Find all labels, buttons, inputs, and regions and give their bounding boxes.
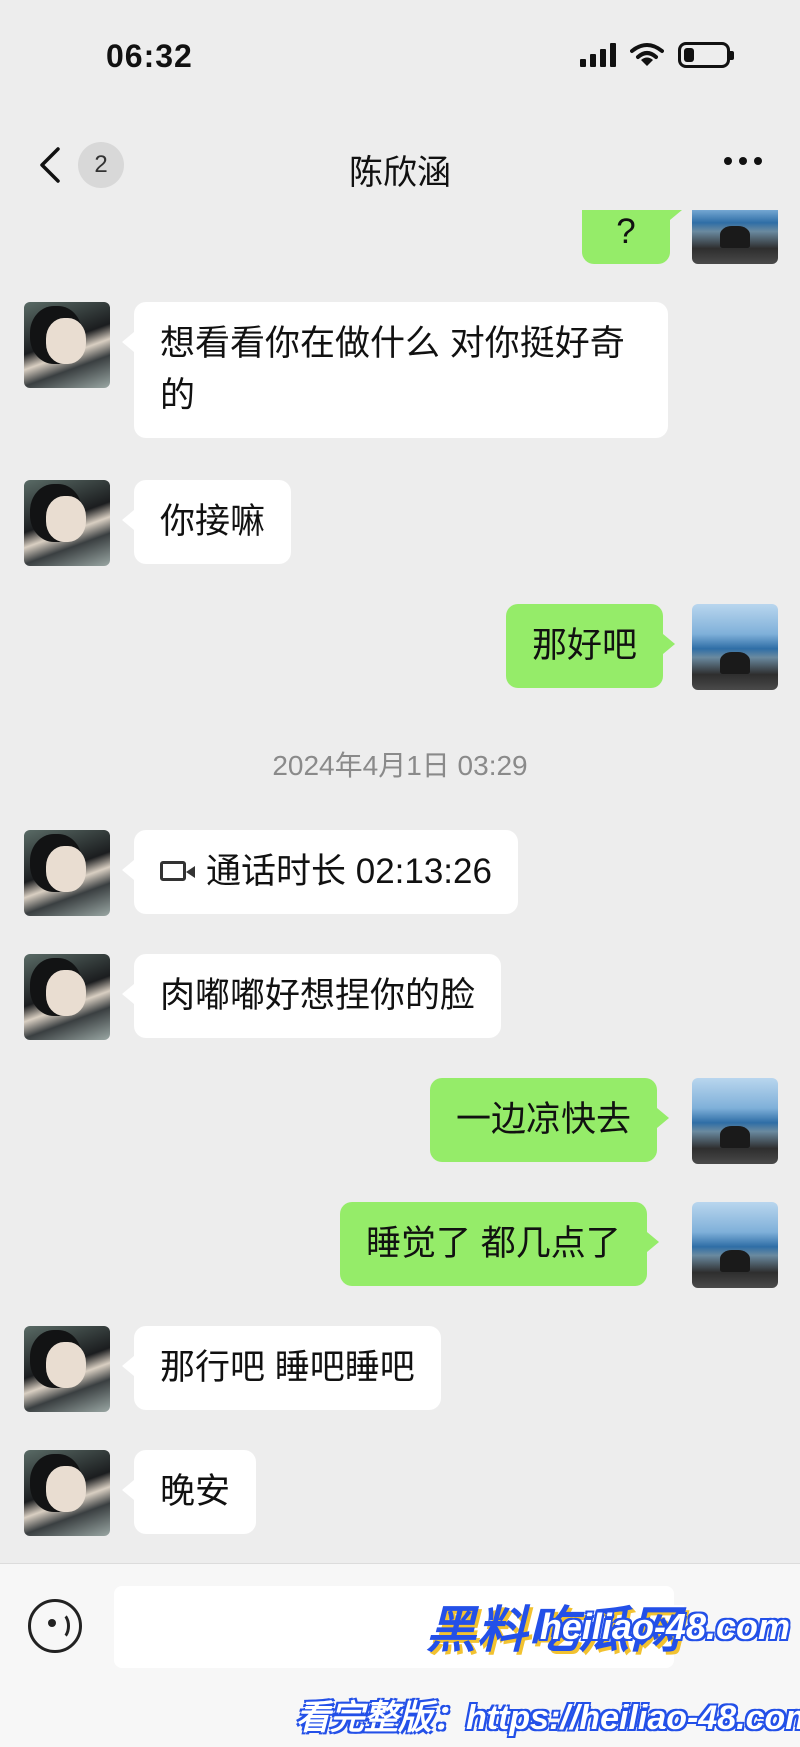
contact-avatar[interactable]: [24, 1450, 110, 1536]
message-text: ?: [616, 212, 636, 251]
status-bar: 06:32: [0, 0, 800, 110]
self-avatar[interactable]: [692, 1078, 778, 1164]
contact-avatar[interactable]: [24, 480, 110, 566]
self-avatar[interactable]: [692, 604, 778, 690]
battery-fill: [684, 48, 694, 62]
status-icons: [580, 42, 734, 68]
message-text: 那好吧: [532, 626, 638, 665]
signal-icon: [580, 43, 616, 67]
message-text: 睡觉了 都几点了: [366, 1224, 621, 1263]
message-text: 肉嘟嘟好想捏你的脸: [160, 976, 476, 1015]
message-text: 那行吧 睡吧睡吧: [160, 1348, 415, 1387]
input-bar: [0, 1563, 800, 1747]
video-call-icon: [160, 860, 195, 881]
message-bubble-self[interactable]: 睡觉了 都几点了: [340, 1202, 659, 1286]
message-bubble-contact[interactable]: 肉嘟嘟好想捏你的脸: [121, 954, 502, 1038]
message-bubble-contact[interactable]: 那行吧 睡吧睡吧: [122, 1326, 441, 1410]
battery-icon: [678, 42, 734, 68]
message-text: 你接嘛: [160, 502, 266, 541]
contact-avatar[interactable]: [24, 954, 110, 1040]
message-text: 一边凉快去: [456, 1100, 632, 1139]
wifi-icon: [630, 43, 664, 66]
chat-title: 陈欣涵: [349, 154, 451, 192]
more-icon[interactable]: [724, 157, 762, 165]
message-input[interactable]: [114, 1586, 674, 1668]
timestamp: 2024年4月1日 03:29: [272, 750, 528, 781]
contact-avatar[interactable]: [24, 830, 110, 916]
video-call-record[interactable]: 通话时长 02:13:26: [122, 830, 518, 914]
voice-icon[interactable]: [28, 1599, 82, 1653]
message-text: 晚安: [160, 1472, 231, 1511]
message-text: 想看看你在做什么 对你挺好奇的: [160, 324, 625, 415]
message-bubble-contact[interactable]: 晚安: [121, 1450, 257, 1534]
status-time: 06:32: [106, 38, 193, 74]
message-bubble-contact[interactable]: 想看看你在做什么 对你挺好奇的: [122, 302, 668, 438]
message-bubble-self[interactable]: 那好吧: [506, 604, 676, 688]
message-bubble-contact[interactable]: 你接嘛: [121, 480, 292, 564]
chat-header-overlay: 2 陈欣涵: [0, 115, 800, 215]
message-bubble-self[interactable]: 一边凉快去: [430, 1078, 670, 1162]
contact-avatar[interactable]: [24, 302, 110, 388]
self-avatar[interactable]: [692, 1202, 778, 1288]
call-duration-text: 通话时长 02:13:26: [206, 852, 492, 891]
contact-avatar[interactable]: [24, 1326, 110, 1412]
